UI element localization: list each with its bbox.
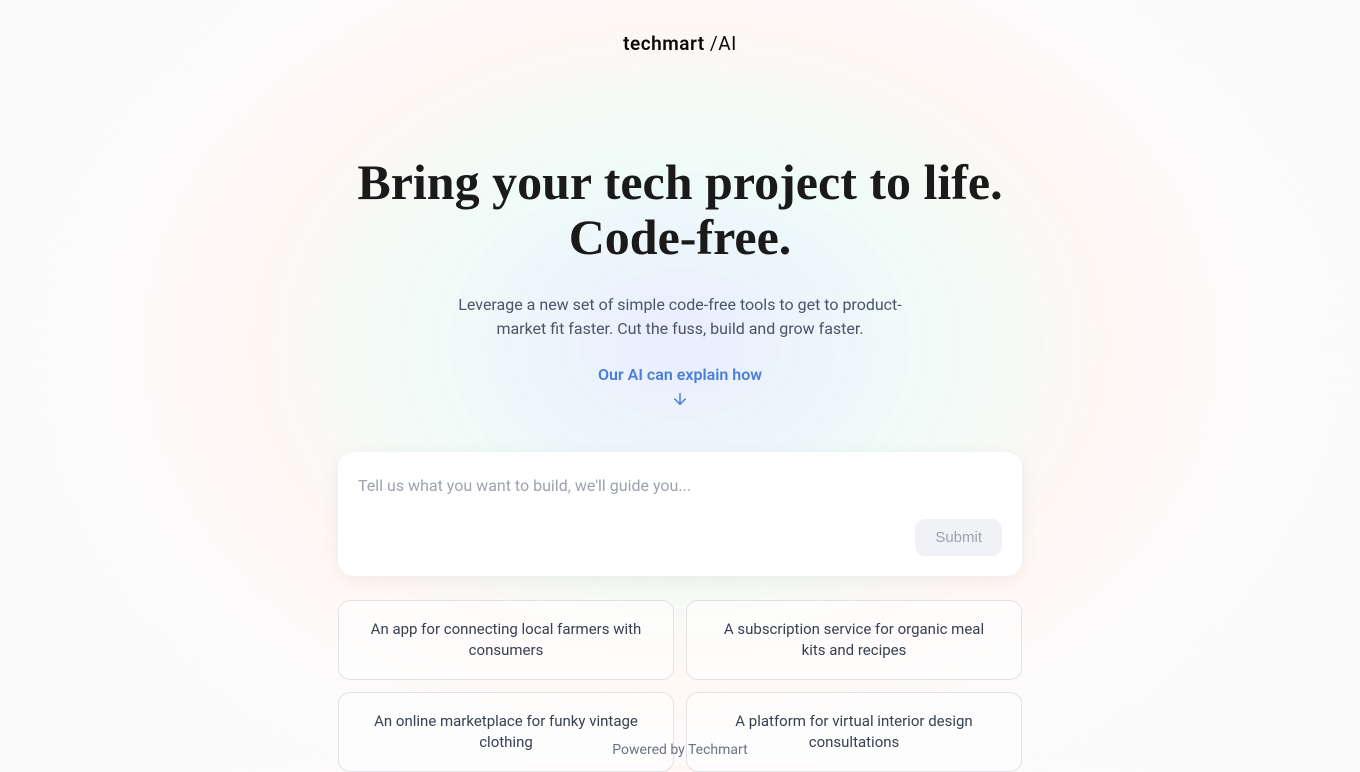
footer-text: Powered by Techmart bbox=[0, 742, 1360, 758]
logo-brand: techmart bbox=[623, 32, 705, 55]
page-headline: Bring your tech project to life. Code-fr… bbox=[357, 155, 1002, 265]
prompt-input[interactable] bbox=[358, 472, 1002, 499]
suggestion-card[interactable]: A subscription service for organic meal … bbox=[686, 600, 1022, 680]
suggestion-card[interactable]: An online marketplace for funky vintage … bbox=[338, 692, 674, 772]
logo: techmart /AI bbox=[623, 32, 737, 55]
logo-suffix: /AI bbox=[705, 32, 737, 55]
headline-line-2: Code-free. bbox=[569, 209, 792, 265]
ai-explain-link[interactable]: Our AI can explain how bbox=[598, 365, 762, 384]
headline-line-1: Bring your tech project to life. bbox=[357, 154, 1002, 210]
suggestion-card[interactable]: A platform for virtual interior design c… bbox=[686, 692, 1022, 772]
prompt-input-card: Submit bbox=[338, 452, 1022, 576]
arrow-down-icon bbox=[671, 390, 689, 412]
page-subheadline: Leverage a new set of simple code-free t… bbox=[440, 293, 920, 341]
suggestion-card[interactable]: An app for connecting local farmers with… bbox=[338, 600, 674, 680]
submit-button[interactable]: Submit bbox=[915, 519, 1002, 556]
